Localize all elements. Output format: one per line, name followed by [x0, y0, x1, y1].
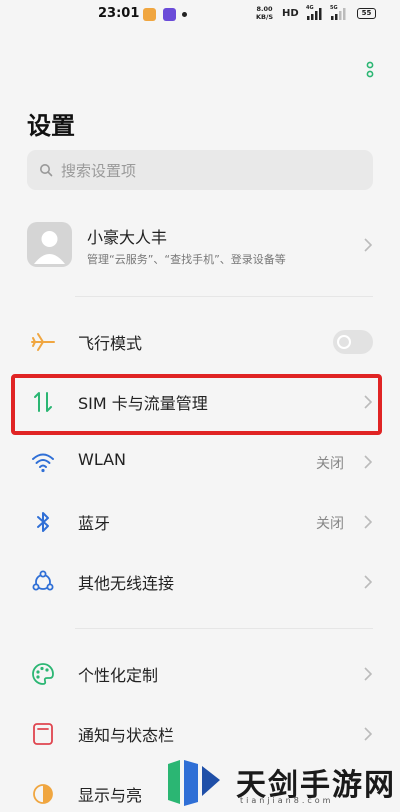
chevron-right-icon [364, 455, 372, 469]
account-entry[interactable]: 小豪大人丰 管理“云服务”、“查找手机”、登录设备等 [0, 210, 400, 280]
wireless-connections-icon [32, 570, 54, 591]
status-time: 23:01 [98, 6, 140, 21]
watermark-subtitle: tianjian8.com [240, 796, 334, 805]
notification-dot-icon [182, 12, 187, 17]
network-speed: 8.00 KB/S [256, 5, 274, 21]
brightness-icon [33, 784, 53, 804]
signal-strength-icon [307, 8, 322, 20]
hd-label: HD [282, 8, 299, 19]
toggle-knob [337, 335, 351, 349]
bluetooth-status: 关闭 [316, 516, 344, 532]
watermark-logo-icon [168, 760, 220, 806]
app-notification-icon [143, 8, 156, 21]
settings-item-label: WLAN [78, 450, 127, 469]
chevron-right-icon [364, 238, 372, 252]
wlan-status: 关闭 [316, 456, 344, 472]
user-icon [34, 231, 65, 264]
bluetooth-icon [37, 512, 49, 532]
chevron-right-icon [364, 667, 372, 681]
settings-item-airplane-mode[interactable]: 飞行模式 [0, 312, 400, 372]
signal-strength-icon [331, 8, 346, 20]
settings-item-label: 其他无线连接 [78, 574, 175, 593]
search-placeholder: 搜索设置项 [61, 162, 137, 180]
battery-icon: 55 [357, 8, 376, 19]
more-options-button[interactable] [362, 60, 378, 80]
highlight-annotation [11, 374, 382, 435]
settings-item-wlan[interactable]: WLAN 关闭 [0, 432, 400, 492]
divider [75, 628, 373, 629]
palette-icon [32, 663, 54, 685]
chevron-right-icon [364, 727, 372, 741]
settings-item-label: 蓝牙 [78, 514, 111, 533]
settings-item-label: 个性化定制 [78, 666, 159, 685]
settings-item-personalization[interactable]: 个性化定制 [0, 644, 400, 704]
status-bar: 23:01 8.00 KB/S HD 4G 5G 55 [0, 0, 400, 30]
settings-item-label: 显示与亮 [78, 786, 143, 805]
wifi-icon [32, 453, 54, 473]
airplane-mode-toggle[interactable] [333, 330, 373, 354]
chevron-right-icon [364, 575, 372, 589]
account-description: 管理“云服务”、“查找手机”、登录设备等 [87, 253, 286, 266]
chevron-right-icon [364, 515, 372, 529]
divider [75, 296, 373, 297]
page-title: 设置 [27, 112, 75, 140]
watermark: 天剑手游网 tianjian8.com [150, 750, 400, 812]
settings-item-other-wireless[interactable]: 其他无线连接 [0, 552, 400, 612]
search-input[interactable]: 搜索设置项 [27, 150, 373, 190]
account-name: 小豪大人丰 [87, 228, 168, 247]
notification-icon [33, 723, 53, 745]
more-options-icon [366, 61, 374, 78]
settings-item-label: 飞行模式 [78, 334, 143, 353]
airplane-icon [31, 333, 55, 351]
settings-item-label: 通知与状态栏 [78, 726, 175, 745]
search-icon [40, 164, 53, 177]
settings-item-bluetooth[interactable]: 蓝牙 关闭 [0, 492, 400, 552]
avatar [27, 222, 72, 267]
app-notification-icon [163, 8, 176, 21]
